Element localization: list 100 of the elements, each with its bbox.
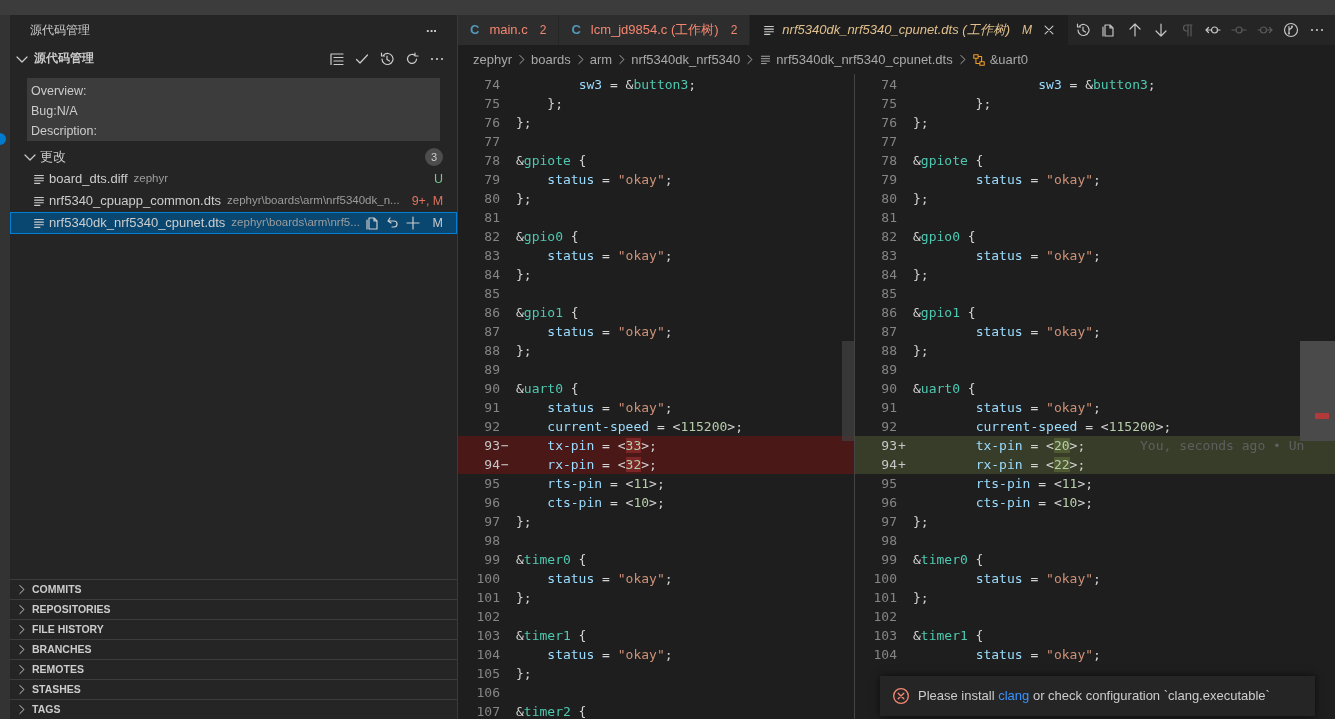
code-line: &timer1 { [516, 627, 587, 645]
code-line: status = "okay"; [974, 399, 1101, 417]
error-icon [892, 687, 910, 705]
code-line: }; [913, 266, 929, 284]
panel-header[interactable]: REMOTES [10, 659, 457, 679]
line-number: 74 [880, 76, 897, 94]
tab-status-label: 2 [539, 22, 547, 39]
line-number: 89 [483, 361, 500, 379]
file-item[interactable]: nrf5340dk_nrf5340_cpunet.dts zephyr\boards\arm\nrf5... M [10, 212, 457, 234]
up-arrow-icon[interactable] [1127, 22, 1143, 38]
code-line: }; [516, 513, 532, 531]
down-arrow-icon[interactable] [1153, 22, 1169, 38]
file-status: U [433, 170, 443, 188]
tree-view-icon[interactable] [329, 51, 345, 67]
diff-marker: + [897, 456, 907, 474]
line-number: 101 [872, 589, 897, 607]
file-item[interactable]: nrf5340_cpuapp_common.dts zephyr\boards\arm\nrf5340dk_n... 9+, M [10, 190, 457, 212]
line-number: 98 [880, 532, 897, 550]
code-line: status = "okay"; [974, 646, 1101, 664]
panel-header[interactable]: STASHES [10, 679, 457, 699]
code-line: }; [974, 95, 992, 113]
c-file-label: C [470, 21, 480, 40]
branch-icon[interactable] [1283, 22, 1299, 38]
code-line: sw3 = &button3; [1037, 76, 1156, 94]
code-line: }; [913, 513, 929, 531]
breadcrumb-item[interactable]: zephyr [473, 49, 513, 70]
code-line: }; [913, 190, 929, 208]
editor-tab[interactable]: C lcm_jd9854.c (工作树) 2 [559, 15, 751, 45]
file-item[interactable]: board_dts.diff zephyr U [10, 168, 457, 190]
stage-icon[interactable] [404, 215, 421, 231]
breadcrumb-item[interactable]: boards [531, 49, 571, 70]
open-file-icon[interactable] [364, 215, 381, 231]
code-line: rx-pin = <22>; [974, 456, 1086, 474]
code-line: }; [516, 665, 532, 683]
code-line: &gpio1 { [516, 304, 579, 322]
line-number: 80 [483, 190, 500, 208]
code-line: status = "okay"; [546, 570, 673, 588]
section-title[interactable]: 源代码管理 [34, 50, 320, 68]
history-icon[interactable] [1075, 22, 1091, 38]
line-number: 96 [483, 494, 500, 512]
line-number: 99 [880, 551, 897, 569]
code-line: status = "okay"; [546, 171, 673, 189]
panel-header[interactable]: REPOSITORIES [10, 599, 457, 619]
code-line: status = "okay"; [546, 323, 673, 341]
line-number: 84 [483, 266, 500, 284]
code-line: }; [913, 114, 929, 132]
code-line: current-speed = <115200>; [974, 418, 1172, 436]
line-number: 85 [483, 285, 500, 303]
diff-marker: − [500, 437, 510, 455]
count-badge: 3 [425, 148, 443, 166]
code-line: &gpio0 { [913, 228, 976, 246]
line-number: 95 [483, 475, 500, 493]
breadcrumb-item[interactable]: nrf5340dk_nrf5340 [631, 49, 741, 70]
code-line: &gpio0 { [516, 228, 579, 246]
line-number: 76 [880, 114, 897, 132]
line-number: 107 [475, 703, 500, 719]
line-number: 79 [880, 171, 897, 189]
notification-message: Please install clang or check configuration `clang.executable` [918, 687, 1270, 706]
code-line: }; [913, 342, 929, 360]
line-number: 87 [483, 323, 500, 341]
panel-header[interactable]: FILE HISTORY [10, 619, 457, 639]
breadcrumb-item[interactable]: arm [589, 49, 613, 70]
editor-tab[interactable]: nrf5340dk_nrf5340_cpunet.dts (工作树) M [750, 15, 1069, 45]
line-number: 88 [483, 342, 500, 360]
refresh-icon[interactable] [404, 51, 420, 67]
line-number: 88 [880, 342, 897, 360]
file-icon [759, 53, 773, 66]
open-file-icon[interactable] [1101, 22, 1117, 38]
file-status: M [432, 214, 443, 232]
code-line: tx-pin = <33>; [546, 437, 657, 455]
code-line: &timer1 { [913, 627, 984, 645]
line-number: 89 [880, 361, 897, 379]
clang-link[interactable]: clang [998, 688, 1030, 704]
history-icon[interactable] [379, 51, 395, 67]
scrollbar-thumb[interactable] [842, 341, 854, 441]
code-line: }; [516, 114, 532, 132]
line-number: 91 [483, 399, 500, 417]
breadcrumb-item[interactable]: &uart0 [989, 49, 1028, 70]
code-line: status = "okay"; [546, 247, 673, 265]
file-name: nrf5340_cpuapp_common.dts [49, 192, 221, 211]
editor-tab[interactable]: C main.c 2 [458, 15, 560, 45]
breadcrumb-item[interactable]: nrf5340dk_nrf5340_cpunet.dts [776, 49, 953, 70]
c-file-label: C [571, 21, 581, 40]
panel-header[interactable]: BRANCHES [10, 639, 457, 659]
code-line: status = "okay"; [974, 247, 1101, 265]
code-line: status = "okay"; [974, 171, 1101, 189]
file-icon [32, 194, 46, 208]
file-icon [32, 172, 46, 186]
more-button[interactable]: ··· [425, 20, 437, 41]
commit-message-field[interactable]: Overview: Bug:N/A Description: [27, 78, 440, 141]
line-number: 103 [475, 627, 500, 645]
panel-header[interactable]: TAGS [10, 699, 457, 719]
panel-header[interactable]: COMMITS [10, 579, 457, 599]
scrollbar-thumb[interactable] [1300, 341, 1335, 441]
file-icon [32, 216, 46, 230]
line-number: 90 [880, 380, 897, 398]
code-line: status = "okay"; [546, 646, 673, 664]
line-number: 104 [872, 646, 897, 664]
tab-status-label: M [1021, 22, 1032, 39]
changes-header[interactable]: 更改 [40, 147, 425, 167]
